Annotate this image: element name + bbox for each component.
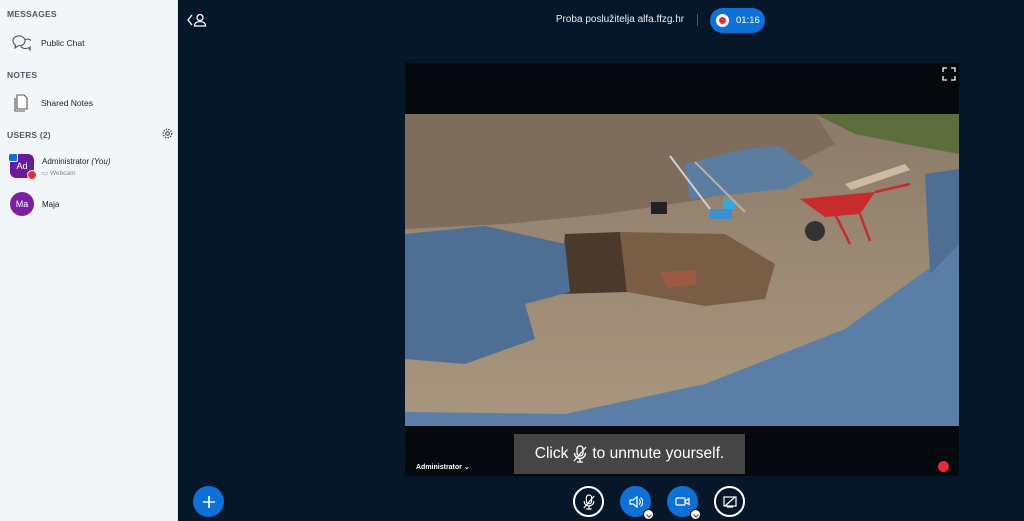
messages-heading: MESSAGES	[7, 9, 57, 19]
shared-notes-item[interactable]: Shared Notes	[0, 89, 177, 117]
notes-heading: NOTES	[7, 70, 38, 80]
webcam-video[interactable]: Administrator ⌄	[405, 63, 959, 476]
video-icon	[675, 497, 690, 506]
user-item-maja[interactable]: Ma Maja	[0, 191, 177, 221]
fullscreen-icon[interactable]	[942, 67, 956, 81]
actions-plus-button[interactable]	[193, 486, 224, 517]
user-item-administrator[interactable]: Ad Administrator (You) ▭ Webcam	[0, 152, 177, 182]
webcam-username[interactable]: Administrator ⌄	[416, 463, 470, 471]
webcam-muted-icon	[938, 461, 949, 472]
meeting-title: Proba poslužitelja alfa.ffzg.hr	[555, 14, 685, 25]
user-status: ▭ Webcam	[42, 169, 76, 177]
you-label: (You)	[91, 157, 111, 166]
unmute-toast: Click to unmute yourself.	[514, 434, 745, 474]
user-name: Administrator (You)	[42, 157, 110, 166]
notes-icon	[10, 93, 32, 113]
recording-button[interactable]: 01:16	[710, 8, 765, 33]
muted-badge-icon	[27, 170, 37, 180]
avatar-initials: Ma	[15, 199, 29, 209]
leave-audio-button[interactable]	[620, 486, 654, 520]
webcam-frame-image	[405, 114, 959, 426]
chevron-down-icon: ⌄	[463, 464, 470, 471]
shared-notes-label: Shared Notes	[41, 98, 93, 108]
user-list-sidebar: MESSAGES Public Chat NOTES Shared Notes …	[0, 0, 178, 521]
user-status-text: Webcam	[49, 170, 76, 177]
public-chat-label: Public Chat	[41, 38, 85, 48]
gear-icon[interactable]	[162, 128, 173, 139]
toast-text-end: to unmute yourself.	[592, 445, 725, 462]
users-heading: USERS (2)	[7, 130, 51, 140]
plus-icon	[202, 495, 215, 508]
avatar-initials: Ad	[16, 161, 28, 171]
audio-options-caret[interactable]	[643, 509, 654, 520]
webcam-username-text: Administrator	[416, 464, 462, 471]
speaker-icon	[628, 495, 643, 508]
avatar: Ma	[10, 192, 34, 216]
user-back-icon[interactable]	[186, 12, 208, 28]
mic-muted-icon	[573, 445, 587, 463]
user-name-text: Administrator	[42, 157, 90, 166]
screenshare-off-icon	[722, 495, 737, 508]
user-name: Maja	[42, 200, 60, 209]
webcam-small-icon: ▭	[42, 170, 49, 177]
video-options-caret[interactable]	[690, 509, 701, 520]
stop-video-button[interactable]	[667, 486, 701, 520]
chat-icon	[10, 33, 32, 53]
unmute-mic-button[interactable]	[573, 486, 604, 517]
presenter-badge-icon	[8, 153, 18, 162]
screenshare-button[interactable]	[714, 486, 745, 517]
record-icon	[716, 14, 729, 27]
mic-muted-icon	[582, 493, 595, 510]
public-chat-item[interactable]: Public Chat	[0, 29, 177, 57]
toast-text-start: Click	[534, 445, 569, 462]
recording-time: 01:16	[736, 15, 760, 26]
title-divider	[697, 14, 698, 26]
